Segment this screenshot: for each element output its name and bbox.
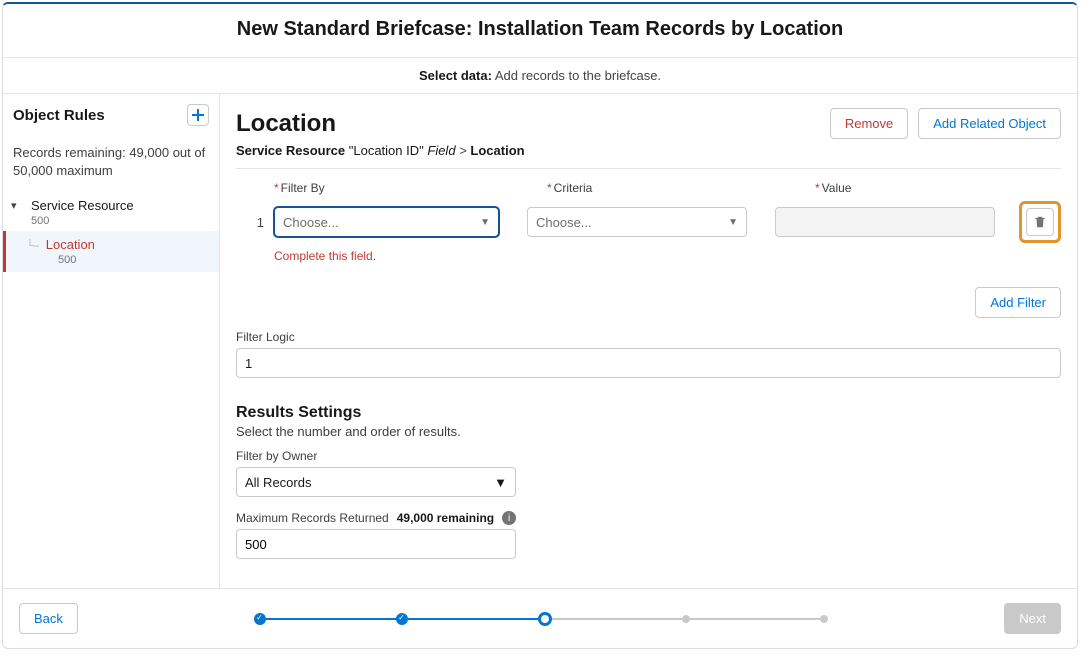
delete-filter-button[interactable] [1026, 208, 1054, 236]
breadcrumb-last: Location [470, 143, 524, 158]
max-records-input[interactable] [236, 529, 516, 559]
tree-item-service-resource[interactable]: ▾ Service Resource [3, 192, 219, 215]
caret-down-icon: ▼ [728, 217, 738, 228]
tree-item-label: Location [46, 237, 95, 252]
filter-by-label: *Filter By [274, 181, 499, 195]
filter-row-number: 1 [236, 215, 274, 230]
step-1-dot [254, 613, 266, 625]
add-filter-button[interactable]: Add Filter [975, 287, 1061, 318]
modal-title: New Standard Briefcase: Installation Tea… [3, 4, 1077, 57]
filter-by-error: Complete this field. [236, 249, 1061, 263]
filter-logic-input[interactable] [236, 348, 1061, 378]
tree-item-location[interactable]: └-- Location [3, 231, 219, 254]
back-button[interactable]: Back [19, 603, 78, 634]
step-line [408, 618, 538, 620]
combobox-placeholder: Choose... [536, 215, 592, 230]
combobox-placeholder: Choose... [283, 215, 339, 230]
tree-item-count: 500 [3, 215, 219, 227]
info-icon[interactable]: i [502, 511, 516, 525]
filter-by-owner-label: Filter by Owner [236, 449, 1061, 463]
progress-indicator [78, 612, 1004, 626]
breadcrumb: Service Resource "Location ID" Field > L… [236, 143, 1061, 169]
tree-item-count: 500 [3, 254, 219, 272]
breadcrumb-root: Service Resource [236, 143, 345, 158]
remove-button[interactable]: Remove [830, 108, 908, 139]
step-line [690, 618, 820, 620]
plus-icon [192, 109, 204, 121]
value-label: *Value [815, 181, 1035, 195]
results-settings-title: Results Settings [236, 404, 1061, 422]
main-panel: Location Remove Add Related Object Servi… [220, 94, 1077, 588]
chevron-down-icon: ▾ [11, 199, 27, 212]
max-records-remaining: 49,000 remaining [397, 511, 494, 525]
step-5-dot [820, 615, 828, 623]
value-input[interactable] [775, 207, 995, 237]
next-button: Next [1004, 603, 1061, 634]
filter-by-combobox[interactable]: Choose... ▼ [274, 207, 499, 237]
step-3-dot [538, 612, 552, 626]
page-title: Location [236, 110, 336, 138]
sidebar-title: Object Rules [13, 107, 105, 124]
select-data-rest: Add records to the briefcase. [492, 68, 661, 83]
tree-connector-icon: └-- [26, 240, 38, 252]
criteria-label: *Criteria [547, 181, 767, 195]
combobox-value: All Records [245, 475, 311, 490]
breadcrumb-field-word: Field [427, 143, 455, 158]
caret-down-icon: ▼ [494, 475, 507, 490]
step-line [552, 618, 682, 620]
step-line [266, 618, 396, 620]
sidebar: Object Rules Records remaining: 49,000 o… [3, 94, 220, 588]
delete-highlight [1019, 201, 1061, 243]
max-records-label: Maximum Records Returned [236, 511, 389, 525]
breadcrumb-separator: > [459, 143, 470, 158]
results-settings-subtitle: Select the number and order of results. [236, 424, 1061, 439]
caret-down-icon: ▼ [480, 217, 490, 228]
step-2-dot [396, 613, 408, 625]
select-data-lead: Select data: [419, 68, 492, 83]
records-remaining-label: Records remaining: 49,000 out of 50,000 … [3, 136, 219, 192]
select-data-line: Select data: Add records to the briefcas… [3, 57, 1077, 94]
filter-by-owner-combobox[interactable]: All Records ▼ [236, 467, 516, 497]
filter-logic-label: Filter Logic [236, 330, 1061, 344]
step-4-dot [682, 615, 690, 623]
trash-icon [1033, 215, 1047, 229]
breadcrumb-field-name: "Location ID" [349, 143, 424, 158]
add-object-rule-button[interactable] [187, 104, 209, 126]
tree-item-label: Service Resource [31, 198, 134, 213]
add-related-object-button[interactable]: Add Related Object [918, 108, 1061, 139]
criteria-combobox[interactable]: Choose... ▼ [527, 207, 747, 237]
